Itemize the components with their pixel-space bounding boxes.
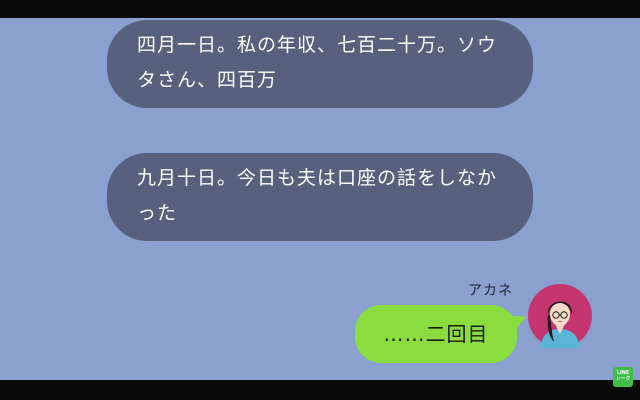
line-logo: LINE トーク: [613, 367, 633, 387]
bottom-letterbox-bar: [0, 380, 640, 400]
logo-line-2: トーク: [615, 376, 631, 382]
chat-area[interactable]: 四月一日。私の年収、七百二十万。ソウタさん、四百万 九月十日。今日も夫は口座の話…: [0, 18, 640, 380]
sender-name: アカネ: [468, 283, 513, 299]
own-message-bubble: ……二回目: [355, 305, 517, 363]
avatar[interactable]: [528, 284, 592, 348]
message-bubble: 九月十日。今日も夫は口座の話をしなかった: [107, 153, 533, 241]
top-letterbox-bar: [0, 0, 640, 18]
message-bubble: 四月一日。私の年収、七百二十万。ソウタさん、四百万: [107, 20, 533, 108]
